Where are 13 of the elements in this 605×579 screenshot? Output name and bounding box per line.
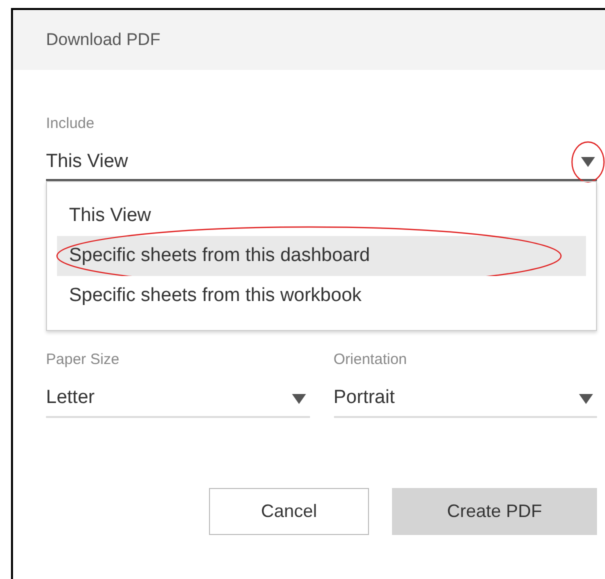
caret-icon	[292, 394, 306, 404]
caret-icon	[579, 394, 593, 404]
create-button[interactable]: Create PDF	[392, 488, 597, 535]
include-dropdown[interactable]: This View	[46, 145, 597, 181]
dialog-title: Download PDF	[46, 29, 160, 52]
dropdown-option[interactable]: Specific sheets from this dashboard	[57, 236, 586, 276]
select-field[interactable]: Portrait	[334, 381, 597, 418]
field-label: Orientation	[334, 351, 408, 369]
cancel-button[interactable]: Cancel	[209, 488, 369, 535]
select-field[interactable]: Letter	[46, 381, 310, 418]
include-label: Include	[46, 115, 96, 133]
caret-icon	[581, 157, 595, 167]
field-label: Paper Size	[46, 351, 120, 369]
